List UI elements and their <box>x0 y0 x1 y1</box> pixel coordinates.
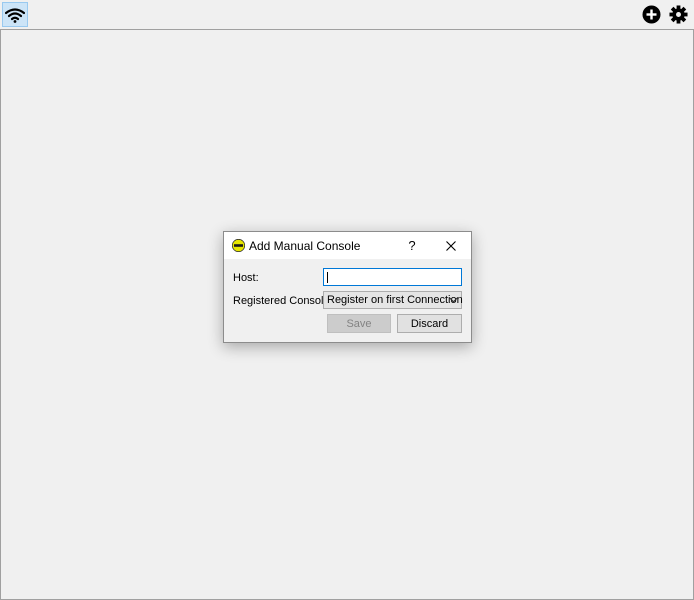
toolbar <box>0 0 694 30</box>
dialog-titlebar[interactable]: Add Manual Console ? <box>224 232 471 259</box>
add-circle-icon <box>642 5 660 24</box>
add-console-button[interactable] <box>638 2 664 27</box>
save-button[interactable]: Save <box>327 314 391 333</box>
close-icon <box>446 240 456 251</box>
registered-console-value: Register on first Connection <box>327 294 463 306</box>
host-input[interactable] <box>323 268 462 286</box>
text-caret <box>327 272 328 283</box>
wifi-button[interactable] <box>2 2 28 27</box>
dialog-title: Add Manual Console <box>249 239 361 253</box>
add-manual-console-dialog: Add Manual Console ? Host: Registered Co… <box>223 231 472 343</box>
app-logo-icon <box>232 239 245 252</box>
registered-console-label: Registered Console: <box>233 295 333 307</box>
host-label: Host: <box>233 272 259 284</box>
gear-icon <box>668 5 688 24</box>
settings-button[interactable] <box>665 2 691 27</box>
chevron-down-icon <box>449 297 458 303</box>
close-button[interactable] <box>438 235 464 256</box>
registered-console-select[interactable]: Register on first Connection <box>323 291 463 309</box>
discard-button[interactable]: Discard <box>397 314 462 333</box>
wifi-icon <box>5 7 25 23</box>
help-button[interactable]: ? <box>400 235 424 256</box>
